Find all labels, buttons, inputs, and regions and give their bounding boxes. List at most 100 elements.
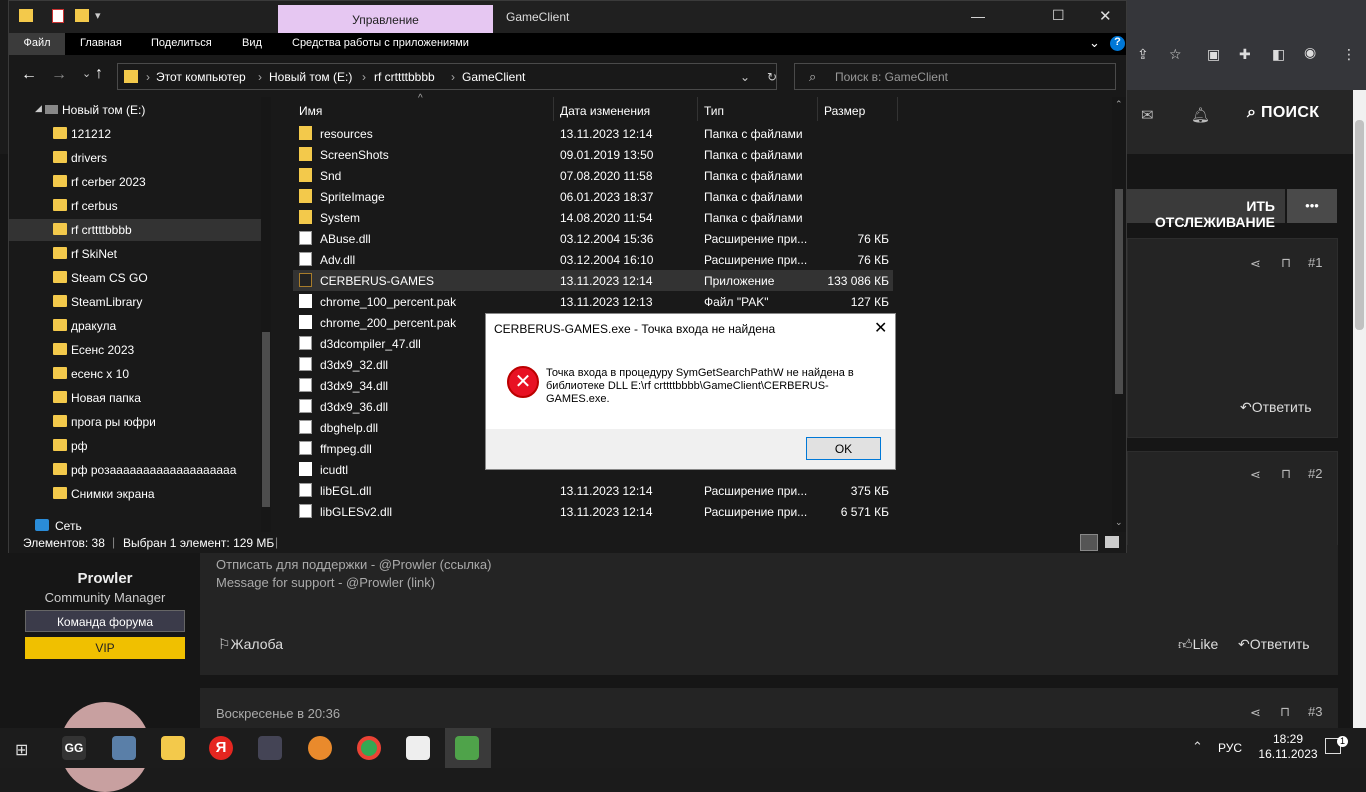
bookmark-icon[interactable]: ⊓ <box>1280 704 1290 720</box>
chrome-icon[interactable] <box>357 736 381 760</box>
up-icon[interactable]: ↑ <box>95 65 103 83</box>
column-divider[interactable] <box>553 97 554 121</box>
scroll-down-icon[interactable]: ⌄ <box>1115 517 1123 528</box>
star-icon[interactable]: ☆ <box>1169 46 1182 63</box>
file-row[interactable]: Adv.dll 03.12.2004 16:10 Расширение при...… <box>293 249 893 270</box>
column-divider[interactable] <box>817 97 818 121</box>
active-app-icon[interactable] <box>455 736 479 760</box>
chevron-down-icon[interactable]: ◢ <box>35 103 42 114</box>
bookmark-icon[interactable]: ⊓ <box>1281 255 1291 271</box>
nav-folder-item[interactable]: 121212 <box>9 123 271 145</box>
breadcrumb-drive[interactable]: Новый том (E:) <box>269 70 352 84</box>
tab-share[interactable]: Поделиться <box>151 37 212 49</box>
file-row[interactable]: CERBERUS-GAMES 13.11.2023 12:14 Приложение… <box>293 270 893 291</box>
share-icon[interactable]: ⇪ <box>1137 46 1149 63</box>
file-row[interactable]: chrome_100_percent.pak 13.11.2023 12:13 Фа… <box>293 291 893 312</box>
nav-folder-item[interactable]: есенс х 10 <box>9 363 271 385</box>
nav-folder-item[interactable]: rf crttttbbbb <box>9 219 271 241</box>
column-type[interactable]: Тип <box>704 104 724 118</box>
search-input[interactable]: ⌕ Поиск в: GameClient <box>794 63 1116 90</box>
file-row[interactable]: ABuse.dll 03.12.2004 15:36 Расширение при.… <box>293 228 893 249</box>
file-explorer-icon[interactable] <box>161 736 185 760</box>
breadcrumb-current[interactable]: GameClient <box>462 70 525 84</box>
breadcrumb-this-pc[interactable]: Этот компьютер <box>156 70 246 84</box>
yandex-browser-icon[interactable] <box>308 736 332 760</box>
game-app-icon[interactable] <box>258 736 282 760</box>
file-row[interactable]: libEGL.dll 13.11.2023 12:14 Расширение при… <box>293 480 893 501</box>
forward-icon[interactable]: → <box>51 66 67 84</box>
chevron-up-icon[interactable]: ⌃ <box>1192 739 1203 755</box>
nav-folder-item[interactable]: rf cerbus <box>9 195 271 217</box>
nav-folder-item[interactable]: Есенс 2023 <box>9 339 271 361</box>
mail-icon[interactable]: ✉ <box>1141 106 1154 124</box>
reply-button[interactable]: ↶Ответить <box>1240 399 1312 416</box>
nav-folder-item[interactable]: SteamLibrary <box>9 291 271 313</box>
file-row[interactable]: resources 13.11.2023 12:14 Папка с файлами <box>293 123 893 144</box>
file-row[interactable]: libGLESv2.dll 13.11.2023 12:14 Расширение … <box>293 501 893 522</box>
breadcrumb-folder[interactable]: rf crttttbbbb <box>374 70 435 84</box>
follow-thread-button[interactable]: ИТЬ ОТСЛЕЖИВАНИЕ <box>1127 189 1285 230</box>
column-divider[interactable] <box>897 97 898 121</box>
nav-folder-item[interactable]: drivers <box>9 147 271 169</box>
language-indicator[interactable]: РУС <box>1218 741 1242 755</box>
tab-home[interactable]: Главная <box>80 37 122 49</box>
profile-icon[interactable]: ◉ <box>1304 44 1316 61</box>
nav-scrollbar[interactable] <box>261 97 271 532</box>
yandex-icon[interactable]: Я <box>209 736 233 760</box>
system-app-icon[interactable] <box>112 736 136 760</box>
tab-manage[interactable]: Управление <box>278 5 493 33</box>
column-size[interactable]: Размер <box>824 104 865 118</box>
file-row[interactable]: System 14.08.2020 11:54 Папка с файлами <box>293 207 893 228</box>
nav-folder-item[interactable]: Steam CS GO <box>9 267 271 289</box>
column-name[interactable]: Имя <box>299 104 322 118</box>
close-icon[interactable]: ✕ <box>1099 7 1112 25</box>
security-shield-icon[interactable] <box>406 736 430 760</box>
post-number[interactable]: #1 <box>1308 255 1322 270</box>
tab-view[interactable]: Вид <box>242 37 262 49</box>
nav-scrollbar-thumb[interactable] <box>262 332 270 507</box>
like-button[interactable]: 👍︎Like <box>1178 636 1218 653</box>
nav-folder-item[interactable]: дракула <box>9 315 271 337</box>
post-number[interactable]: #3 <box>1308 704 1322 719</box>
share-icon[interactable]: ⋖ <box>1250 467 1261 483</box>
share-icon[interactable]: ⋖ <box>1250 705 1261 721</box>
nav-folder-item[interactable]: rf cerber 2023 <box>9 171 271 193</box>
close-icon[interactable]: ✕ <box>874 318 887 338</box>
help-icon[interactable]: ? <box>1110 36 1125 51</box>
details-view-icon[interactable] <box>1080 534 1098 551</box>
page-scrollbar[interactable] <box>1353 90 1366 730</box>
file-row[interactable]: ScreenShots 09.01.2019 13:50 Папка с файла… <box>293 144 893 165</box>
windows-start-icon[interactable]: ⊞ <box>15 740 28 760</box>
gg-app-icon[interactable]: GG <box>62 736 86 760</box>
report-button[interactable]: ⚐Жалоба <box>218 636 283 653</box>
nav-drive[interactable]: ◢ Новый том (E:) <box>9 99 271 121</box>
new-folder-icon[interactable] <box>75 9 89 22</box>
expand-ribbon-icon[interactable]: ⌄ <box>1089 35 1100 51</box>
file-row[interactable]: Snd 07.08.2020 11:58 Папка с файлами <box>293 165 893 186</box>
nav-folder-item[interactable]: рф <box>9 435 271 457</box>
nav-folder-item[interactable]: Снимки экрана <box>9 483 271 505</box>
reply-button[interactable]: ↶Ответить <box>1238 636 1310 653</box>
scroll-up-icon[interactable]: ⌃ <box>1115 99 1123 110</box>
page-scrollbar-thumb[interactable] <box>1355 120 1364 330</box>
bell-icon[interactable]: 🔔︎ <box>1191 106 1210 124</box>
file-scrollbar[interactable]: ⌃ ⌄ <box>1112 97 1126 532</box>
file-row[interactable]: SpriteImage 06.01.2023 18:37 Папка с файла… <box>293 186 893 207</box>
tab-file[interactable]: Файл <box>9 33 65 55</box>
menu-dots-icon[interactable]: ⋮ <box>1342 46 1356 63</box>
tiles-view-icon[interactable] <box>1105 536 1119 548</box>
puzzle-icon[interactable]: ✚ <box>1239 46 1251 63</box>
more-options-button[interactable]: ••• <box>1287 189 1337 223</box>
tab-app-tools[interactable]: Средства работы с приложениями <box>292 37 469 49</box>
minimize-icon[interactable]: — <box>971 8 985 24</box>
nav-folder-item[interactable]: Новая папка <box>9 387 271 409</box>
username[interactable]: Prowler <box>25 570 185 587</box>
maximize-icon[interactable]: ☐ <box>1052 7 1065 24</box>
extension-icon[interactable]: ▣ <box>1207 46 1220 63</box>
customize-toolbar-icon[interactable]: ▾ <box>95 9 101 22</box>
nav-folder-item[interactable]: рф розааааааааааааааааааа <box>9 459 271 481</box>
column-date[interactable]: Дата изменения <box>560 104 650 118</box>
column-divider[interactable] <box>697 97 698 121</box>
clock[interactable]: 18:29 16.11.2023 <box>1258 732 1318 762</box>
recent-locations-icon[interactable]: ⌄ <box>82 67 91 80</box>
